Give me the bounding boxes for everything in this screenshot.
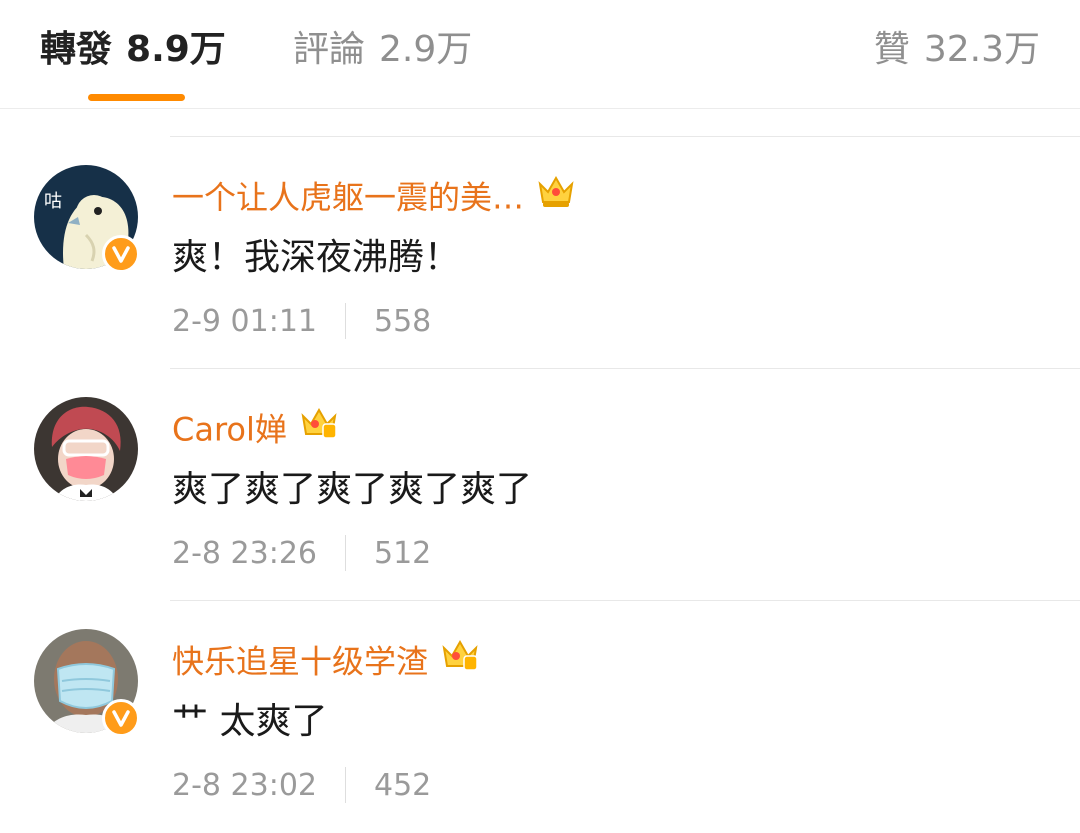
crown-level-icon	[299, 404, 339, 453]
avatar[interactable]	[34, 397, 138, 501]
tab-comments-count: 2.9万	[379, 29, 473, 70]
like-count[interactable]: 452	[374, 768, 431, 803]
comment-meta: 2-8 23:02 452	[172, 766, 431, 806]
comment-time: 2-8 23:26	[172, 536, 317, 571]
username-text: 一个让人虎躯一震的美…	[172, 178, 525, 217]
username-text: 快乐追星十级学渣	[172, 642, 429, 681]
crown-level-icon	[440, 636, 480, 685]
tab-reposts-label: 轉發	[40, 29, 113, 70]
username[interactable]: Carol婵	[172, 407, 339, 456]
comment-text: 爽！我深夜沸腾！	[172, 237, 461, 278]
person-mask-avatar-icon	[34, 397, 138, 501]
username[interactable]: 一个让人虎躯一震的美…	[172, 175, 576, 224]
verified-badge-icon	[102, 699, 140, 737]
active-tab-indicator	[88, 94, 185, 101]
like-count[interactable]: 512	[374, 536, 431, 571]
tab-likes-count: 32.3万	[923, 29, 1040, 70]
tab-comments-label: 評論	[293, 29, 366, 70]
tab-likes[interactable]: 贊 32.3万	[874, 22, 1040, 78]
comment-text: 爽了爽了爽了爽了爽了	[172, 469, 533, 510]
comment-meta: 2-8 23:26 512	[172, 534, 431, 574]
meta-separator	[345, 302, 346, 339]
meta-separator	[345, 766, 346, 803]
like-count[interactable]: 558	[374, 304, 431, 339]
verified-badge-icon	[102, 235, 140, 273]
comment-time: 2-8 23:02	[172, 768, 317, 803]
comment-text: 艹 太爽了	[172, 701, 328, 742]
tab-reposts-count: 8.9万	[126, 29, 226, 70]
comment-item[interactable]: Carol婵 爽了爽了爽了爽了爽了 2-8 23:26 512	[0, 369, 1080, 601]
comment-time: 2-9 01:11	[172, 304, 317, 339]
meta-separator	[345, 534, 346, 571]
tab-bar: 轉發 8.9万 評論 2.9万 贊 32.3万	[0, 0, 1080, 109]
tab-comments[interactable]: 評論 2.9万	[293, 22, 472, 78]
comment-meta: 2-9 01:11 558	[172, 302, 431, 342]
username[interactable]: 快乐追星十级学渣	[172, 639, 480, 688]
tab-likes-label: 贊	[873, 29, 910, 70]
username-text: Carol婵	[172, 410, 287, 449]
crown-icon	[536, 172, 576, 221]
comment-item[interactable]: 快乐追星十级学渣 艹 太爽了 2-8 23:02 452	[0, 601, 1080, 833]
svg-text:咕: 咕	[44, 191, 62, 212]
comment-list: 咕 一个让人虎躯一震的美… 爽！我深夜沸腾！ 2-9 01:11 558 Car…	[0, 108, 1080, 821]
comment-item[interactable]: 咕 一个让人虎躯一震的美… 爽！我深夜沸腾！ 2-9 01:11 558	[0, 137, 1080, 369]
tab-reposts[interactable]: 轉發 8.9万	[40, 22, 226, 78]
